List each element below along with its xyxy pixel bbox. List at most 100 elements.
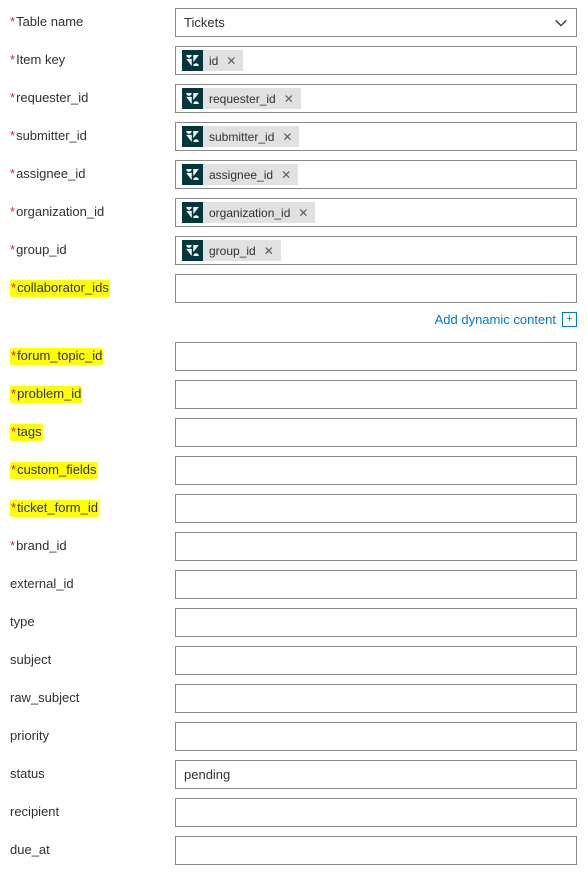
form-row: *problem_id	[10, 380, 577, 409]
table-name-select[interactable]: Tickets	[175, 8, 577, 37]
dynamic-token[interactable]: submitter_id ✕	[182, 126, 299, 147]
form-row: status pending	[10, 760, 577, 789]
text-input[interactable]	[175, 380, 577, 409]
token-label: submitter_id	[203, 126, 280, 147]
field-label-highlight: *collaborator_ids	[10, 280, 110, 297]
field-label-text: priority	[10, 728, 49, 743]
field-label: *brand_id	[10, 532, 175, 554]
dynamic-token[interactable]: organization_id ✕	[182, 202, 315, 223]
zendesk-icon	[182, 50, 203, 71]
text-input[interactable]	[175, 684, 577, 713]
field-label-text: subject	[10, 652, 51, 667]
field-label-text: submitter_id	[16, 128, 87, 143]
form-row: raw_subject	[10, 684, 577, 713]
form-row: *Table name Tickets	[10, 8, 577, 37]
text-input[interactable]	[175, 494, 577, 523]
field-label: *tags	[10, 418, 175, 440]
form-row: *Item key id ✕	[10, 46, 577, 75]
field-label-text: group_id	[16, 242, 67, 257]
dynamic-content-input[interactable]: organization_id ✕	[175, 198, 577, 227]
field-label: *group_id	[10, 236, 175, 258]
field-label: *forum_topic_id	[10, 342, 175, 364]
field-label: *ticket_form_id	[10, 494, 175, 516]
field-label: raw_subject	[10, 684, 175, 706]
text-input[interactable]	[175, 274, 577, 303]
dynamic-content-input[interactable]: requester_id ✕	[175, 84, 577, 113]
field-label-text: Item key	[16, 52, 65, 67]
text-input[interactable]	[175, 836, 577, 865]
form-row: due_at	[10, 836, 577, 865]
field-label: subject	[10, 646, 175, 668]
field-label: *collaborator_ids	[10, 274, 175, 296]
chevron-down-icon	[554, 16, 568, 30]
text-input[interactable]	[175, 722, 577, 751]
field-label-text: due_at	[10, 842, 50, 857]
token-remove-icon[interactable]: ✕	[280, 126, 299, 147]
text-input[interactable]	[175, 608, 577, 637]
dynamic-content-input[interactable]: id ✕	[175, 46, 577, 75]
form-row: external_id	[10, 570, 577, 599]
token-remove-icon[interactable]: ✕	[262, 240, 281, 261]
token-label: assignee_id	[203, 164, 279, 185]
required-asterisk: *	[10, 14, 15, 29]
field-label-text: requester_id	[16, 90, 88, 105]
required-asterisk: *	[10, 166, 15, 181]
field-label: external_id	[10, 570, 175, 592]
field-label: *Item key	[10, 46, 175, 68]
field-label: priority	[10, 722, 175, 744]
dynamic-content-input[interactable]: group_id ✕	[175, 236, 577, 265]
required-asterisk: *	[10, 128, 15, 143]
field-label-text: brand_id	[16, 538, 67, 553]
form-row: *assignee_id assignee_id ✕	[10, 160, 577, 189]
zendesk-icon	[182, 126, 203, 147]
text-input[interactable]	[175, 646, 577, 675]
token-remove-icon[interactable]: ✕	[282, 88, 301, 109]
form-row: *forum_topic_id	[10, 342, 577, 371]
text-input[interactable]	[175, 532, 577, 561]
required-asterisk: *	[10, 538, 15, 553]
text-input[interactable]	[175, 570, 577, 599]
text-input[interactable]: pending	[175, 760, 577, 789]
dynamic-content-input[interactable]: assignee_id ✕	[175, 160, 577, 189]
dynamic-token[interactable]: id ✕	[182, 50, 243, 71]
form-row: type	[10, 608, 577, 637]
field-label: due_at	[10, 836, 175, 858]
required-asterisk: *	[10, 90, 15, 105]
required-asterisk: *	[10, 52, 15, 67]
field-label: *organization_id	[10, 198, 175, 220]
token-label: id	[203, 50, 224, 71]
field-label: *problem_id	[10, 380, 175, 402]
token-remove-icon[interactable]: ✕	[279, 164, 298, 185]
field-label-highlight: *ticket_form_id	[10, 500, 99, 517]
zendesk-icon	[182, 164, 203, 185]
field-label-text: recipient	[10, 804, 59, 819]
field-label: *assignee_id	[10, 160, 175, 182]
field-label: *custom_fields	[10, 456, 175, 478]
form-row: *collaborator_ids	[10, 274, 577, 303]
field-label: *requester_id	[10, 84, 175, 106]
text-input[interactable]	[175, 342, 577, 371]
add-dynamic-content-row: Add dynamic content +	[10, 312, 577, 327]
plus-icon: +	[562, 312, 577, 327]
required-asterisk: *	[10, 204, 15, 219]
text-input[interactable]	[175, 798, 577, 827]
dynamic-content-input[interactable]: submitter_id ✕	[175, 122, 577, 151]
form-row: priority	[10, 722, 577, 751]
dynamic-token[interactable]: assignee_id ✕	[182, 164, 298, 185]
form-row: *requester_id requester_id ✕	[10, 84, 577, 113]
form-row: subject	[10, 646, 577, 675]
zendesk-icon	[182, 88, 203, 109]
token-label: requester_id	[203, 88, 282, 109]
add-dynamic-content-label: Add dynamic content	[435, 312, 556, 327]
token-remove-icon[interactable]: ✕	[296, 202, 315, 223]
dynamic-token[interactable]: group_id ✕	[182, 240, 281, 261]
text-input[interactable]	[175, 418, 577, 447]
add-dynamic-content-link[interactable]: Add dynamic content +	[435, 312, 577, 327]
zendesk-icon	[182, 202, 203, 223]
form-row: *group_id group_id ✕	[10, 236, 577, 265]
dynamic-token[interactable]: requester_id ✕	[182, 88, 301, 109]
field-label: *submitter_id	[10, 122, 175, 144]
text-input[interactable]	[175, 456, 577, 485]
token-remove-icon[interactable]: ✕	[224, 50, 243, 71]
field-label-highlight: *forum_topic_id	[10, 348, 103, 365]
